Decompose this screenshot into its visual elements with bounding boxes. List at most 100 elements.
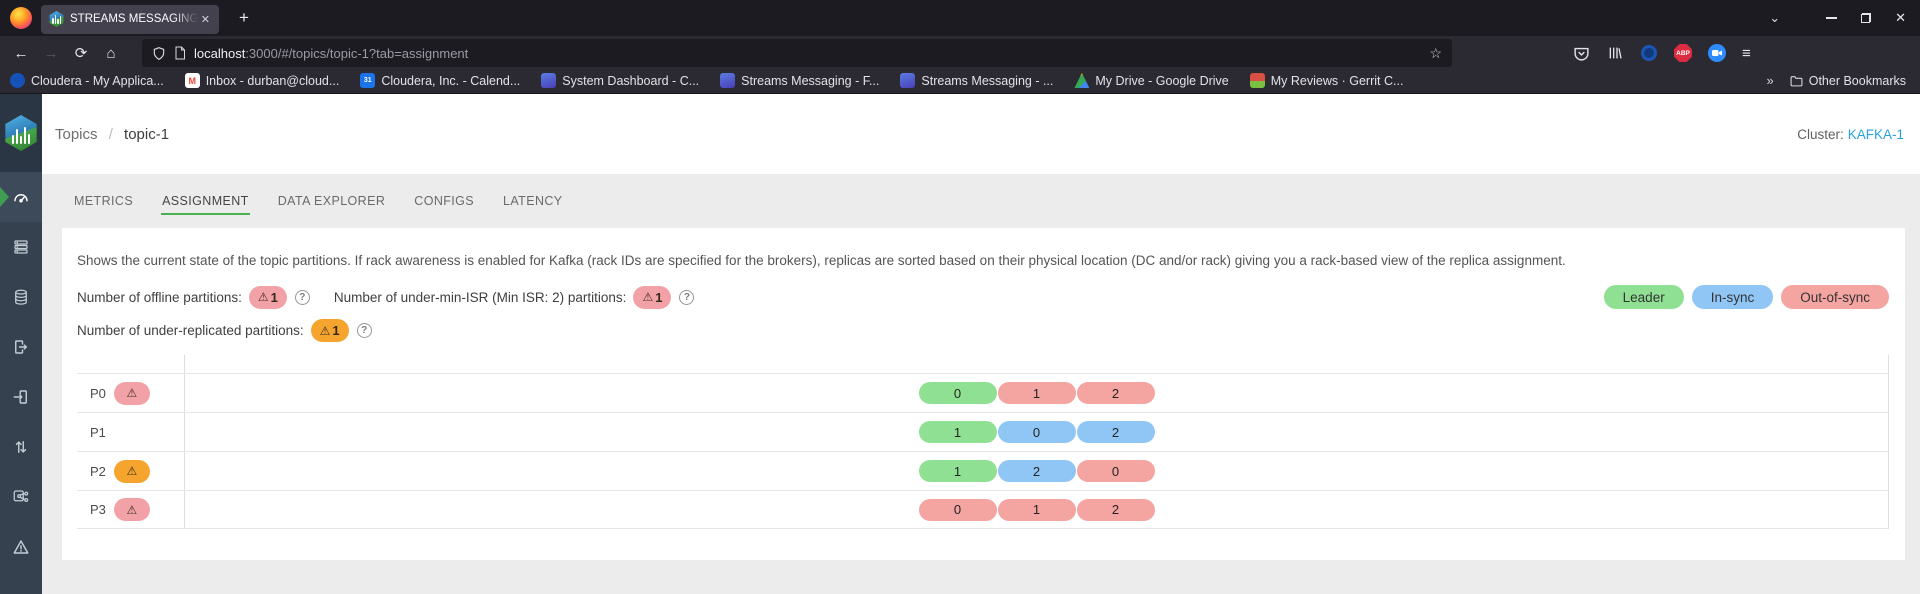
sidebar-item-consumers[interactable]	[0, 372, 42, 422]
cluster-selector: Cluster:KAFKA-1	[1797, 127, 1904, 142]
restore-button[interactable]	[1861, 13, 1871, 23]
page-header: Topics / topic-1 Cluster:KAFKA-1	[42, 94, 1920, 174]
bookmark-label: System Dashboard - C...	[562, 74, 699, 88]
replica-pill-broker-1[interactable]: 1	[998, 382, 1076, 404]
box-arrow-out-icon	[12, 338, 30, 356]
bookmark-label: My Reviews · Gerrit C...	[1271, 74, 1404, 88]
sidebar-item-alerts[interactable]	[0, 522, 42, 572]
counter-badge: ⚠1	[311, 319, 349, 342]
breadcrumb-current: topic-1	[124, 126, 169, 143]
bookmark-label: Cloudera - My Applica...	[31, 74, 164, 88]
smm-logo[interactable]	[0, 94, 42, 172]
sidebar-item-topics[interactable]	[0, 272, 42, 322]
partition-counter: Number of under-replicated partitions: ⚠1…	[77, 319, 372, 342]
replica-pill-broker-1[interactable]: 1	[998, 499, 1076, 521]
list-all-tabs-icon[interactable]: ⌄	[1769, 10, 1780, 26]
replica-pill-broker-0[interactable]: 0	[919, 382, 997, 404]
google-drive-icon	[1074, 73, 1089, 88]
pocket-icon[interactable]	[1572, 44, 1590, 62]
replica-pill-broker-0[interactable]: 0	[1077, 460, 1155, 482]
adblock-plus-icon[interactable]: ABP	[1674, 44, 1692, 62]
bookmarks-overflow-icon[interactable]: »	[1767, 73, 1774, 88]
reload-button[interactable]: ⟳	[66, 39, 96, 67]
breadcrumb-separator: /	[109, 126, 113, 143]
bookmark-label: Streams Messaging - ...	[921, 74, 1053, 88]
menu-icon[interactable]: ≡	[1742, 45, 1751, 62]
forward-button[interactable]: →	[36, 39, 66, 67]
legend-leader: Leader	[1604, 285, 1684, 309]
tab-latency[interactable]: LATENCY	[502, 188, 564, 214]
replica-pill-broker-0[interactable]: 0	[998, 421, 1076, 443]
replica-state-legend: LeaderIn-syncOut-of-sync	[1604, 285, 1889, 309]
new-tab-button[interactable]: +	[233, 8, 255, 28]
partition-name: P2	[90, 464, 106, 479]
url-bar[interactable]: localhost:3000/#/topics/topic-1?tab=assi…	[142, 39, 1452, 67]
bookmark-item[interactable]: Cloudera - My Applica...	[10, 73, 164, 88]
cloudera-circle-icon	[10, 73, 25, 88]
tab-data-explorer[interactable]: DATA EXPLORER	[277, 188, 387, 214]
partition-warning-badge[interactable]: ⚠	[114, 498, 150, 521]
counter-label: Number of under-replicated partitions:	[77, 323, 304, 338]
replica-pill-broker-1[interactable]: 1	[919, 460, 997, 482]
back-button[interactable]: ←	[6, 39, 36, 67]
tab-assignment[interactable]: ASSIGNMENT	[161, 188, 250, 214]
sidebar-item-connect[interactable]	[0, 472, 42, 522]
counter-value: 1	[655, 290, 662, 305]
help-icon[interactable]: ?	[357, 323, 372, 338]
partition-warning-badge[interactable]: ⚠	[114, 382, 150, 405]
bookmark-item[interactable]: Streams Messaging - ...	[900, 73, 1053, 88]
bookmark-item[interactable]: My Drive - Google Drive	[1074, 73, 1228, 88]
replica-pill-broker-2[interactable]: 2	[1077, 499, 1155, 521]
bookmark-item[interactable]: System Dashboard - C...	[541, 73, 699, 88]
partition-name: P1	[90, 425, 106, 440]
sidebar-item-data-flow[interactable]	[0, 422, 42, 472]
home-button[interactable]: ⌂	[96, 39, 126, 67]
tab-close-icon[interactable]: ✕	[198, 11, 213, 28]
warning-icon: ⚠	[127, 387, 138, 399]
sidebar-item-overview[interactable]	[0, 172, 42, 222]
bookmark-item[interactable]: My Reviews · Gerrit C...	[1250, 73, 1404, 88]
folder-icon	[1790, 75, 1803, 87]
swap-arrows-icon	[12, 438, 30, 456]
partition-row: P3⚠012	[77, 490, 1888, 529]
bookmark-item[interactable]: 31 Cloudera, Inc. - Calend...	[360, 73, 520, 88]
bookmark-item[interactable]: Streams Messaging - F...	[720, 73, 879, 88]
zoom-extension-icon[interactable]	[1708, 44, 1726, 62]
warning-triangle-icon	[12, 538, 30, 556]
replica-pill-broker-2[interactable]: 2	[998, 460, 1076, 482]
url-text[interactable]: localhost:3000/#/topics/topic-1?tab=assi…	[194, 46, 1429, 61]
library-icon[interactable]	[1606, 44, 1624, 62]
extension-blue-ring-icon[interactable]	[1640, 44, 1658, 62]
warning-icon: ⚠	[320, 325, 331, 337]
sidebar-item-brokers[interactable]	[0, 222, 42, 272]
google-calendar-icon: 31	[360, 73, 375, 88]
partitions-table: P0⚠012P1102P2⚠120P3⚠012	[77, 355, 1889, 529]
tab-metrics[interactable]: METRICS	[73, 188, 134, 214]
breadcrumb-topics-link[interactable]: Topics	[55, 126, 98, 143]
tab-configs[interactable]: CONFIGS	[413, 188, 475, 214]
gerrit-icon	[1250, 73, 1265, 88]
partition-row: P0⚠012	[77, 373, 1888, 412]
shield-icon[interactable]	[152, 46, 166, 61]
bookmark-star-icon[interactable]: ☆	[1429, 45, 1442, 62]
other-bookmarks-button[interactable]: Other Bookmarks	[1790, 74, 1906, 88]
bookmark-label: My Drive - Google Drive	[1095, 74, 1228, 88]
bookmark-item[interactable]: MInbox - durban@cloud...	[185, 73, 340, 88]
help-icon[interactable]: ?	[679, 290, 694, 305]
bookmark-label: Cloudera, Inc. - Calend...	[381, 74, 520, 88]
firefox-icon[interactable]	[10, 7, 32, 29]
partition-warning-badge[interactable]: ⚠	[114, 460, 150, 483]
minimize-button[interactable]	[1826, 17, 1837, 19]
replica-pill-broker-0[interactable]: 0	[919, 499, 997, 521]
close-button[interactable]: ✕	[1895, 10, 1906, 26]
browser-tab[interactable]: STREAMS MESSAGING MA ✕	[41, 5, 219, 34]
sidebar-item-producers[interactable]	[0, 322, 42, 372]
servers-icon	[12, 238, 30, 256]
browser-tab-bar: STREAMS MESSAGING MA ✕ + ⌄ ✕	[0, 0, 1920, 36]
replica-pill-broker-2[interactable]: 2	[1077, 382, 1155, 404]
replica-pill-broker-1[interactable]: 1	[919, 421, 997, 443]
help-icon[interactable]: ?	[295, 290, 310, 305]
cluster-link[interactable]: KAFKA-1	[1848, 127, 1904, 142]
replica-pill-broker-2[interactable]: 2	[1077, 421, 1155, 443]
page-info-icon[interactable]	[174, 46, 186, 60]
